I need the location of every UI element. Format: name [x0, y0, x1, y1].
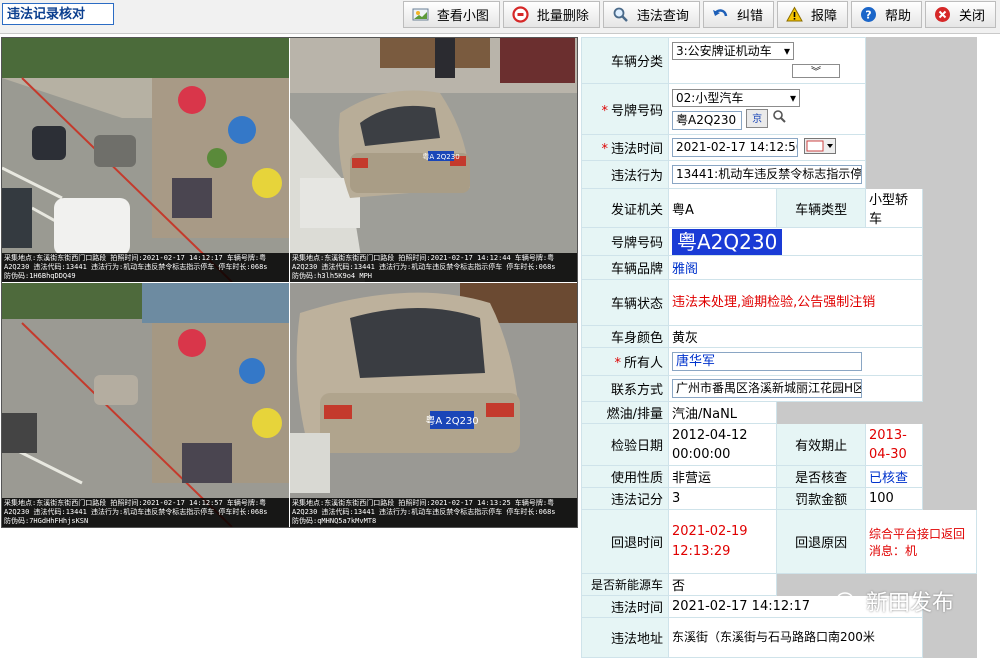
correct-error-button[interactable]: 纠错 [702, 1, 774, 28]
valid-until-label: 有效期止 [776, 423, 866, 466]
fuel-value: 汽油/NaNL [667, 401, 778, 424]
plate-prefix-button[interactable]: 京 [746, 108, 769, 128]
plate-number-label: 号牌号码 [581, 227, 669, 256]
color-value: 黄灰 [668, 325, 923, 348]
fine-label: 罚款金额 [776, 487, 866, 510]
valid-until-value: 2013-04-30 [865, 423, 923, 466]
search-icon [612, 6, 629, 23]
record-detail-panel: 车辆分类 3:公安牌证机动车 ▾ ︾ * 号牌号码 02:小型汽车 ▾ 粤A2Q230… [581, 37, 977, 658]
correct-error-label: 纠错 [736, 9, 763, 24]
fuel-label: 燃油/排量 [581, 401, 669, 424]
inspection-date-value: 2012-04-12 00:00:00 [667, 423, 778, 466]
plate-number-highlight: 粤A2Q230 [672, 228, 783, 255]
return-reason-label: 回退原因 [776, 509, 866, 574]
owner-input[interactable]: 唐华军 [672, 352, 862, 371]
calendar-icon[interactable] [804, 137, 837, 158]
new-energy-label: 是否新能源车 [581, 573, 669, 596]
vehicle-category-label: 车辆分类 [581, 37, 669, 84]
photo-view-icon [412, 6, 429, 23]
fine-value: 100 [865, 487, 923, 510]
warning-icon [786, 6, 803, 23]
points-label: 违法记分 [581, 487, 669, 510]
car-plate-label: 粤A 2Q230 [425, 414, 478, 427]
title-bar: 违法记录核对 查看小图 批量删除 违法查询 纠错 报障 ? 帮助 关闭 [0, 0, 1000, 34]
vehicle-type-value: 小型轿车 [865, 188, 923, 228]
contact-input[interactable]: 广州市番禺区洛溪新城丽江花园H区 [672, 379, 862, 398]
violation-time2-label: 违法时间 [581, 595, 669, 618]
new-energy-value: 否 [667, 573, 778, 596]
car-plate-label: 粤A 2Q230 [422, 152, 459, 161]
chevron-down-icon: ▾ [783, 43, 790, 58]
return-time-value: 2021-02-19 12:13:29 [667, 509, 778, 574]
evidence-photo-2[interactable]: 粤A 2Q230 采集地点:东溪街东街西门口路段 拍照时间:2021-02-17… [290, 38, 577, 282]
help-button[interactable]: ? 帮助 [850, 1, 922, 28]
issuer-value: 粤A [667, 188, 778, 228]
watermark-text: 新田发布 [866, 591, 955, 616]
svg-text:?: ? [865, 9, 871, 22]
violation-query-label: 违法查询 [636, 9, 689, 24]
points-value: 3 [667, 487, 778, 510]
chevron-down-icon: ▾ [789, 90, 796, 105]
plate-type-label: * 号牌号码 [581, 83, 669, 135]
color-label: 车身颜色 [581, 325, 669, 348]
photo-caption: 采集地点:东溪街东街西门口路段 拍照时间:2021-02-17 14:13:25… [290, 498, 577, 527]
verified-value: 已核查 [865, 465, 923, 488]
close-icon [934, 6, 951, 23]
brand-label: 车辆品牌 [581, 255, 669, 280]
plate-type-select[interactable]: 02:小型汽车 ▾ [672, 88, 800, 107]
owner-label: * 所有人 [581, 347, 669, 376]
address-label: 违法地址 [581, 617, 669, 658]
toolbar: 查看小图 批量删除 违法查询 纠错 报障 ? 帮助 关闭 [402, 1, 996, 28]
undo-icon [712, 6, 729, 23]
view-thumbnail-label: 查看小图 [436, 9, 489, 24]
usage-value: 非营运 [667, 465, 778, 488]
photo-caption: 采集地点:东溪街东街西门口路段 拍照时间:2021-02-17 14:12:57… [2, 498, 289, 527]
vehicle-type-label: 车辆类型 [776, 188, 866, 228]
brand-value: 雅阁 [668, 255, 923, 280]
violation-act-input[interactable]: 13441:机动车违反禁令标志指示停车 [672, 165, 862, 184]
help-label: 帮助 [884, 9, 911, 24]
return-time-label: 回退时间 [581, 509, 669, 574]
view-thumbnail-button[interactable]: 查看小图 [402, 1, 500, 28]
evidence-photo-4[interactable]: 粤A 2Q230 采集地点:东溪街东街西门口路段 拍照时间:2021-02-17… [290, 283, 577, 527]
help-icon: ? [860, 6, 877, 23]
address-value: 东溪街（东溪街与石马路路口南200米 [668, 617, 923, 658]
report-fault-label: 报障 [810, 9, 837, 24]
status-label: 车辆状态 [581, 279, 669, 326]
issuer-label: 发证机关 [581, 188, 669, 228]
close-button[interactable]: 关闭 [924, 1, 996, 28]
plate-number-input[interactable]: 粤A2Q230 [672, 110, 742, 130]
batch-delete-button[interactable]: 批量删除 [502, 1, 600, 28]
violation-query-button[interactable]: 违法查询 [602, 1, 700, 28]
batch-delete-label: 批量删除 [536, 9, 589, 24]
violation-time-label: * 违法时间 [581, 134, 669, 161]
photo-caption: 采集地点:东溪街东街西门口路段 拍照时间:2021-02-17 14:12:17… [2, 253, 289, 282]
window-title: 违法记录核对 [2, 3, 114, 25]
evidence-photo-3[interactable]: 采集地点:东溪街东街西门口路段 拍照时间:2021-02-17 14:12:57… [2, 283, 289, 527]
violation-act-label: 违法行为 [581, 160, 669, 189]
wechat-icon [836, 590, 858, 612]
report-fault-button[interactable]: 报障 [776, 1, 848, 28]
evidence-photo-grid: 采集地点:东溪街东街西门口路段 拍照时间:2021-02-17 14:12:17… [1, 37, 578, 528]
return-reason-value: 综合平台接口返回消息：机 [865, 509, 977, 574]
photo-caption: 采集地点:东溪街东街西门口路段 拍照时间:2021-02-17 14:12:44… [290, 253, 577, 282]
usage-label: 使用性质 [581, 465, 669, 488]
violation-time-input[interactable]: 2021-02-17 14:12:50 [672, 138, 798, 157]
watermark: 新田发布 [836, 585, 954, 617]
vehicle-category-select[interactable]: 3:公安牌证机动车 ▾ [672, 41, 794, 60]
delete-icon [512, 6, 529, 23]
plate-search-icon[interactable] [772, 110, 786, 127]
verified-label: 是否核查 [776, 465, 866, 488]
evidence-photo-1[interactable]: 采集地点:东溪街东街西门口路段 拍照时间:2021-02-17 14:12:17… [2, 38, 289, 282]
inspection-date-label: 检验日期 [581, 423, 669, 466]
close-label: 关闭 [958, 9, 985, 24]
double-chevron-down-icon: ︾ [811, 67, 821, 79]
expand-button[interactable]: ︾ [792, 63, 840, 79]
status-value: 违法未处理,逾期检验,公告强制注销 [668, 279, 923, 326]
contact-label: 联系方式 [581, 375, 669, 402]
